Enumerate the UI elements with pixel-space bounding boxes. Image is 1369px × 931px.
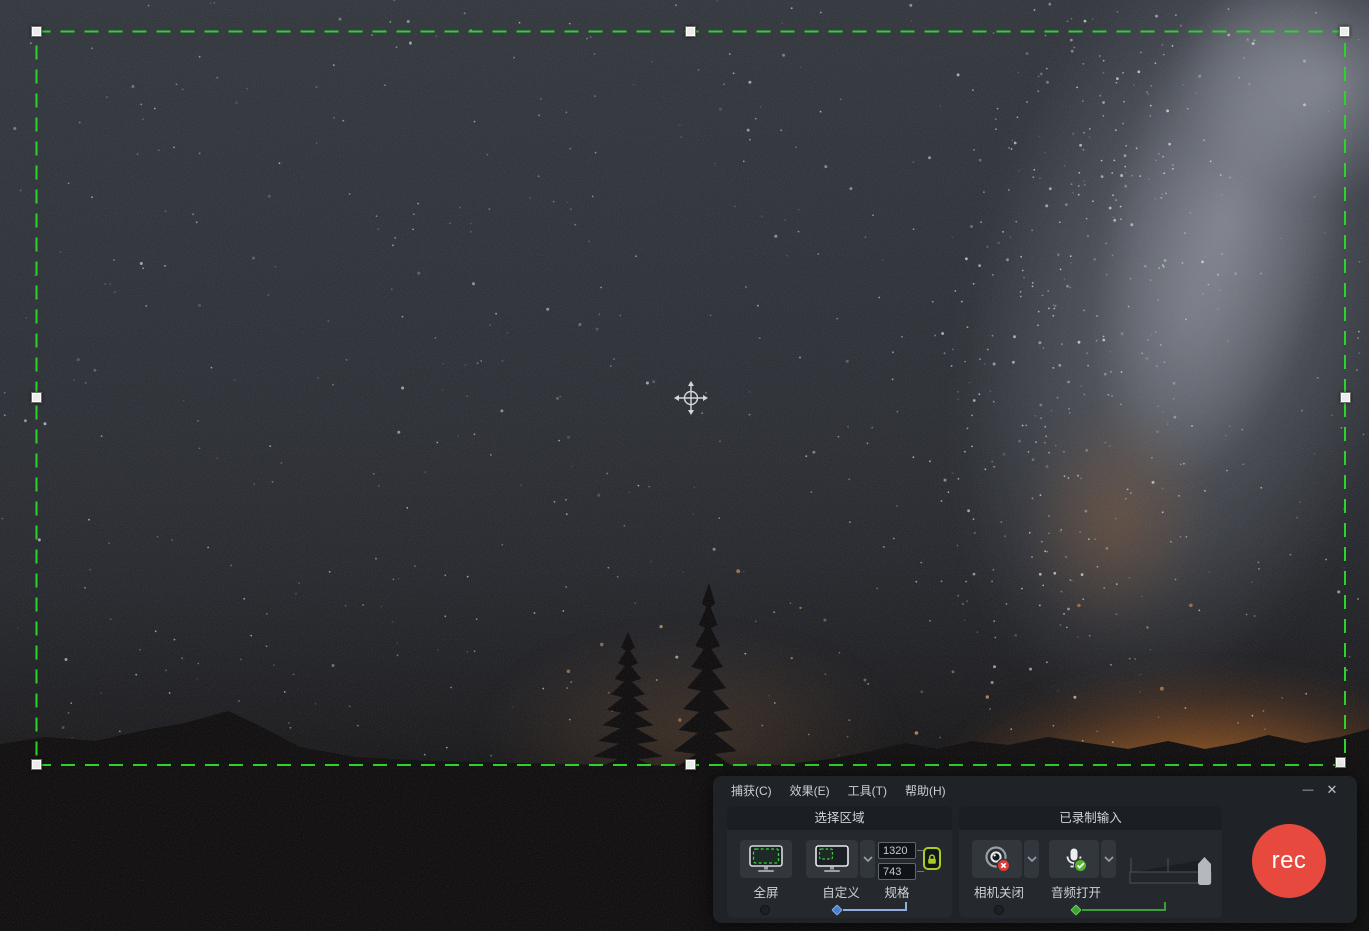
camera-indicator-dot: [994, 905, 1004, 915]
height-input[interactable]: [878, 863, 916, 880]
custom-indicator-tick: [905, 902, 907, 911]
move-crosshair-icon[interactable]: [673, 380, 709, 416]
menu-tools[interactable]: 工具(T): [839, 779, 896, 802]
selection-handle-nw[interactable]: [31, 26, 42, 37]
custom-region-label: 自定义: [806, 882, 876, 901]
custom-monitor-icon: [814, 844, 850, 874]
audio-dropdown[interactable]: [1101, 840, 1116, 878]
spec-label: 规格: [873, 882, 921, 901]
minimize-button[interactable]: —: [1299, 781, 1317, 799]
selection-handle-s[interactable]: [685, 759, 696, 770]
recorded-inputs-title: 已录制输入: [959, 806, 1222, 830]
recorder-panel: 捕获(C) 效果(E) 工具(T) 帮助(H) — ✕ 选择区域 全屏: [713, 776, 1357, 923]
select-area-title: 选择区域: [727, 806, 952, 830]
menu-capture[interactable]: 捕获(C): [722, 779, 781, 802]
custom-indicator-line: [843, 909, 907, 911]
audio-indicator-tick: [1164, 902, 1166, 911]
selection-handle-ne[interactable]: [1339, 26, 1350, 37]
fullscreen-indicator-dot: [760, 905, 770, 915]
camera-toggle-button[interactable]: [972, 840, 1022, 878]
record-button-label: rec: [1272, 847, 1307, 875]
recorded-inputs-section: 已录制输入 相机关闭: [959, 806, 1222, 918]
selection-handle-n[interactable]: [685, 26, 696, 37]
width-input[interactable]: [878, 842, 916, 859]
selection-handle-se[interactable]: [1335, 757, 1346, 768]
camera-status-label: 相机关闭: [959, 882, 1039, 901]
audio-toggle-button[interactable]: [1049, 840, 1099, 878]
fullscreen-monitor-icon: [748, 844, 784, 874]
chevron-down-icon: [1027, 856, 1037, 862]
camera-dropdown[interactable]: [1024, 840, 1039, 878]
record-button[interactable]: rec: [1252, 824, 1326, 898]
lock-icon: [926, 853, 938, 865]
selection-handle-sw[interactable]: [31, 759, 42, 770]
fullscreen-button[interactable]: [740, 840, 792, 878]
select-area-section: 选择区域 全屏: [727, 806, 952, 918]
custom-indicator-diamond: [831, 904, 842, 915]
selection-handle-e[interactable]: [1340, 392, 1351, 403]
chevron-down-icon: [863, 856, 873, 862]
close-button[interactable]: ✕: [1323, 781, 1341, 799]
selection-handle-w[interactable]: [31, 392, 42, 403]
custom-region-button[interactable]: [806, 840, 858, 878]
camera-off-icon: [984, 846, 1011, 873]
menu-help[interactable]: 帮助(H): [896, 779, 955, 802]
audio-indicator-diamond: [1070, 904, 1081, 915]
menu-bar: 捕获(C) 效果(E) 工具(T) 帮助(H): [713, 776, 1357, 804]
chevron-down-icon: [1104, 856, 1114, 862]
custom-region-dropdown[interactable]: [860, 840, 875, 878]
aspect-lock-button[interactable]: [923, 847, 941, 870]
audio-status-label: 音频打开: [1036, 882, 1116, 901]
menu-effects[interactable]: 效果(E): [781, 779, 839, 802]
volume-slider[interactable]: [1126, 846, 1216, 890]
microphone-on-icon: [1061, 846, 1088, 873]
screen: 捕获(C) 效果(E) 工具(T) 帮助(H) — ✕ 选择区域 全屏: [0, 0, 1369, 931]
fullscreen-label: 全屏: [730, 882, 802, 901]
height-lock-connector: [917, 871, 924, 872]
audio-indicator-line: [1082, 909, 1166, 911]
